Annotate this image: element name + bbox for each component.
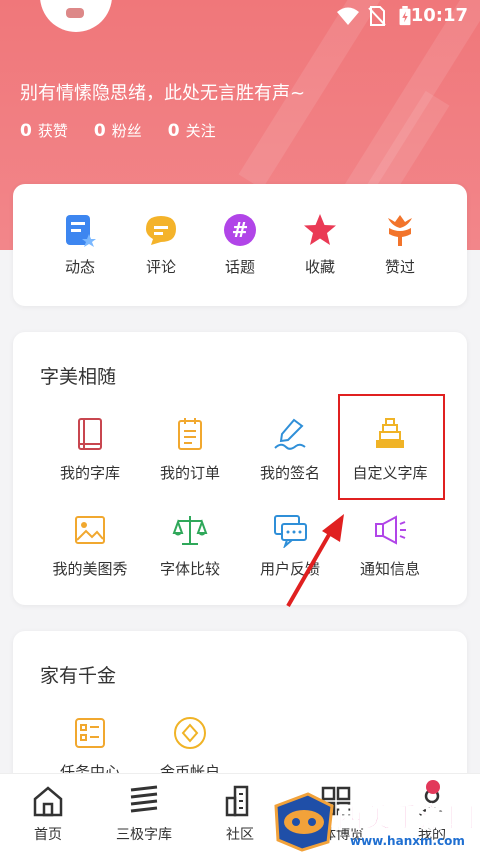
wifi-icon [337, 7, 359, 25]
profile-bio: 别有情愫隐思绪，此处无言胜有声~ [20, 83, 306, 104]
tulip-icon [388, 215, 412, 246]
community-building-icon [225, 785, 249, 817]
watermark-text: 西美手游网 [336, 803, 476, 835]
quick-item-liked[interactable]: 赞过 [365, 212, 435, 277]
image-icon [75, 516, 105, 544]
coin-icon [174, 717, 206, 749]
quick-item-dynamic[interactable]: 动态 [45, 212, 115, 277]
quick-item-comment[interactable]: 评论 [126, 212, 196, 277]
signature-pen-icon [274, 418, 306, 450]
star-icon [304, 214, 336, 245]
dynamic-icon [66, 215, 96, 247]
task-list-icon [75, 718, 105, 748]
quick-actions-card: 动态 评论 # 话题 收藏 赞过 [13, 184, 467, 306]
nav-item-home[interactable]: 首页 [0, 784, 96, 844]
grid-item-font-compare[interactable]: 字体比较 [135, 512, 245, 579]
grid-item-my-images[interactable]: 我的美图秀 [35, 512, 145, 579]
stat-fans[interactable]: 0 粉丝 [94, 120, 142, 141]
nav-item-font-library[interactable]: 三极字库 [96, 784, 192, 844]
grid-item-coin-account[interactable]: 金币帐户 [135, 715, 245, 782]
watermark-url: www.hanxm.com [350, 834, 465, 848]
grid-item-my-signature[interactable]: 我的签名 [235, 416, 345, 483]
scale-icon [172, 516, 208, 545]
stat-likes[interactable]: 0 获赞 [20, 120, 68, 141]
no-sim-icon [368, 6, 386, 26]
comment-icon [146, 216, 176, 245]
section-title: 家有千金 [40, 665, 117, 687]
highlight-box [338, 394, 445, 500]
home-icon [33, 786, 63, 817]
status-bar: 10:17 [0, 0, 480, 32]
grid-item-my-orders[interactable]: 我的订单 [135, 416, 245, 483]
status-time: 10:17 [410, 5, 468, 26]
order-icon [178, 418, 202, 450]
grid-item-my-fonts[interactable]: 我的字库 [35, 416, 145, 483]
stat-following[interactable]: 0 关注 [168, 120, 216, 141]
font-library-icon [130, 785, 158, 813]
megaphone-icon [375, 515, 406, 545]
pointer-arrow-icon [286, 514, 344, 607]
topic-hash-icon: # [224, 214, 256, 246]
quick-item-favorite[interactable]: 收藏 [285, 212, 355, 277]
profile-stats: 0 获赞 0 粉丝 0 关注 [20, 120, 216, 141]
grid-item-task-center[interactable]: 任务中心 [35, 715, 145, 782]
book-icon [78, 418, 102, 450]
svg-text:#: # [232, 218, 249, 242]
section-title: 字美相随 [40, 366, 117, 388]
quick-item-topic[interactable]: # 话题 [205, 212, 275, 277]
